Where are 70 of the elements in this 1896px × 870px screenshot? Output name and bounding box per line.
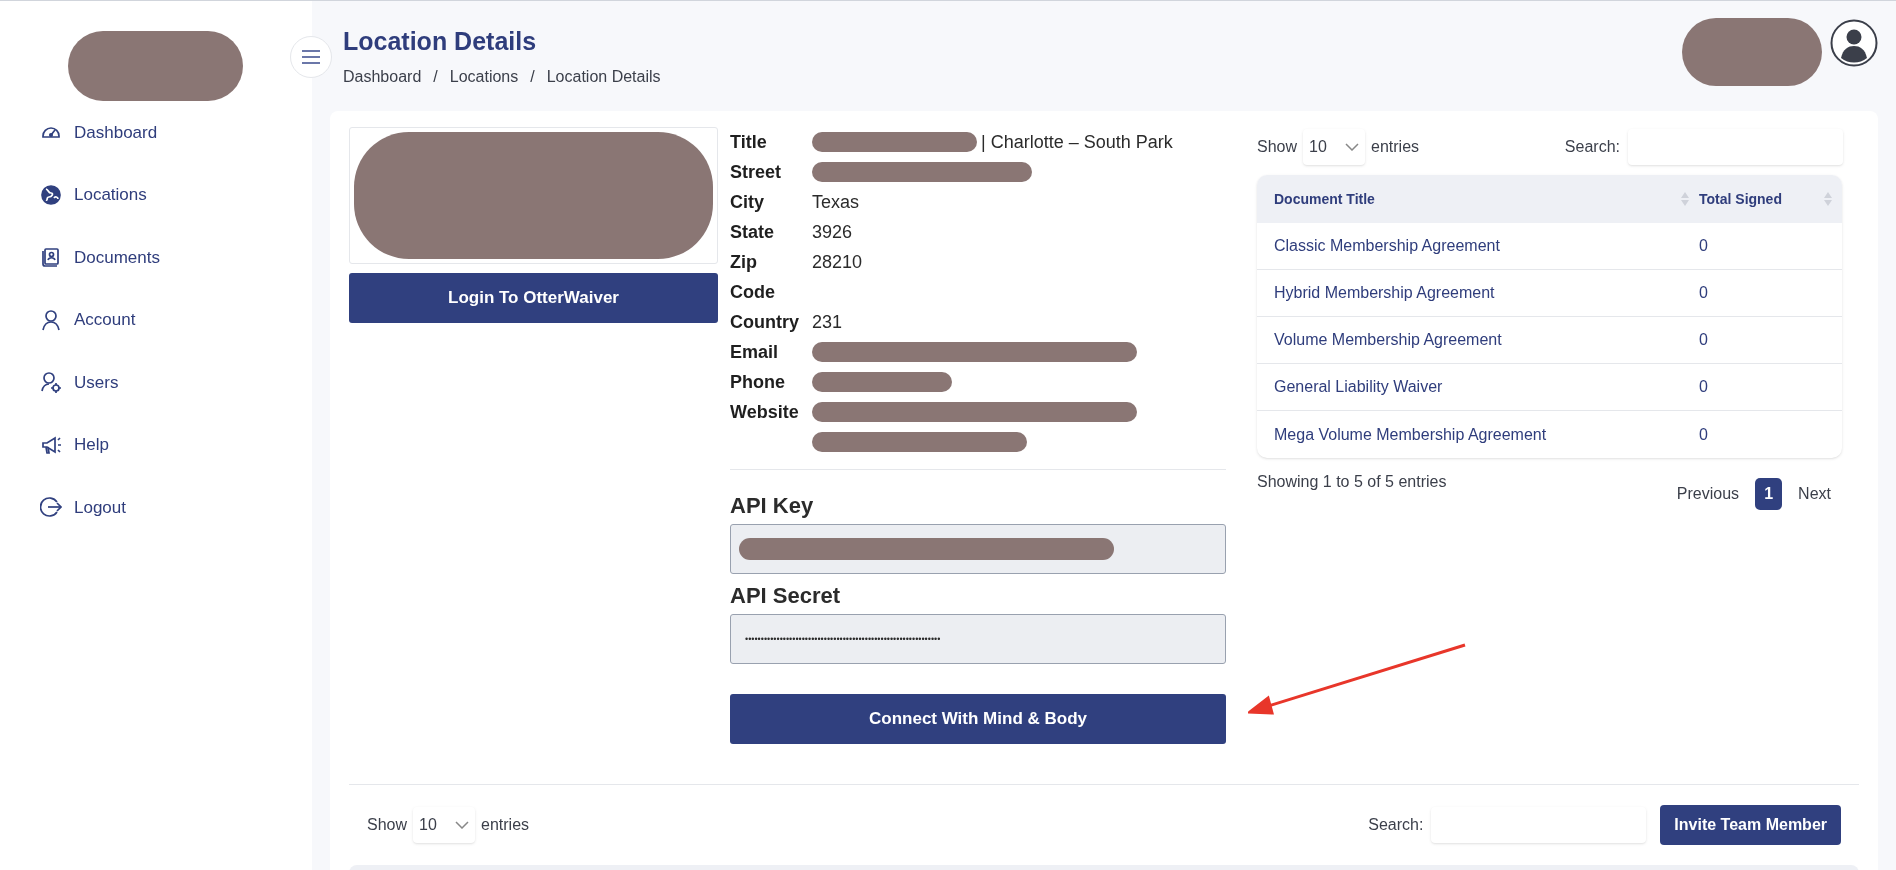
sidebar-item[interactable]: Documents <box>40 226 312 289</box>
field-label: State <box>730 221 775 244</box>
user-gear-icon <box>40 371 62 394</box>
table-cell-text: Classic Membership Agreement <box>1273 236 1501 256</box>
sort-icon <box>1681 191 1689 207</box>
sidebar-item[interactable]: Locations <box>40 163 312 226</box>
chevron-down-icon <box>1345 143 1360 151</box>
invite-button[interactable]: Invite Team Member <box>1660 805 1841 845</box>
entries-label: entries <box>1371 137 1420 157</box>
entries-label: entries <box>481 815 530 835</box>
table-cell-text: 0 <box>1699 377 1709 397</box>
user-icon <box>40 308 62 331</box>
connect-button[interactable]: Connect With Mind & Body <box>730 694 1226 744</box>
field-label: Code <box>730 281 776 304</box>
globe-icon <box>40 183 62 206</box>
field-label: Phone <box>730 371 786 394</box>
api-secret-field[interactable]: •••••••••••••••••••••••••••••••••••••••••••••••••••••••••••••• <box>730 614 1226 664</box>
table-cell-text: Mega Volume Membership Agreement <box>1273 424 1548 445</box>
page-title: Location Details <box>343 26 538 57</box>
sort-icon <box>1824 191 1832 207</box>
menu-icon <box>301 49 321 65</box>
sidebar-item[interactable]: Logout <box>40 476 312 539</box>
field-value: 231 <box>812 311 843 334</box>
field-value: 28210 <box>812 251 863 274</box>
breadcrumb-link[interactable]: Dashboard <box>343 65 422 89</box>
field-label: City <box>730 191 765 214</box>
table-cell-text: 0 <box>1699 283 1709 303</box>
table-info: Showing 1 to 5 of 5 entries <box>1257 472 1447 492</box>
breadcrumb-link[interactable]: Location Details <box>546 65 661 89</box>
sidebar-item[interactable]: Dashboard <box>40 101 312 164</box>
table-cell-text: 0 <box>1699 424 1709 445</box>
search-label: Search: <box>1564 137 1620 157</box>
field-label: Email <box>730 341 780 364</box>
page-length-select[interactable]: 10 <box>413 807 476 843</box>
field-value: Texas <box>812 191 860 214</box>
table-cell-text: 0 <box>1699 236 1709 256</box>
field-label: API Secret <box>730 582 842 610</box>
breadcrumb-link[interactable]: Locations <box>449 65 519 89</box>
field-value: | Charlotte – South Park <box>981 131 1173 154</box>
field-label: Country <box>730 311 800 334</box>
field-label: Title <box>730 131 768 154</box>
field-label: Website <box>730 401 800 424</box>
breadcrumb-separator: / <box>433 67 438 87</box>
show-label: Show <box>367 815 408 835</box>
user-avatar-icon[interactable] <box>1830 19 1878 67</box>
logout-icon <box>40 496 62 519</box>
field-label: Zip <box>730 251 758 274</box>
column-header[interactable]: Document Title <box>1257 188 1699 210</box>
address-book-icon <box>40 246 62 269</box>
table-cell-text: Hybrid Membership Agreement <box>1273 283 1496 303</box>
sidebar-item[interactable]: Users <box>40 351 312 414</box>
table-cell-text: 0 <box>1699 330 1709 350</box>
login-button[interactable]: Login To OtterWaiver <box>349 273 718 323</box>
field-value: 3926 <box>812 221 853 244</box>
sidebar-item[interactable]: Help <box>40 413 312 476</box>
sidebar-item[interactable]: Account <box>40 288 312 351</box>
chevron-down-icon <box>455 821 470 829</box>
table-cell-text: General Liability Waiver <box>1273 377 1444 397</box>
show-label: Show <box>1257 137 1298 157</box>
table-cell-text: Volume Membership Agreement <box>1273 330 1503 350</box>
previous-link[interactable]: Previous <box>1676 482 1740 506</box>
search-label: Search: <box>1368 815 1424 835</box>
page-button[interactable]: 1 <box>1755 478 1783 510</box>
next-link[interactable]: Next <box>1798 482 1831 506</box>
field-label: Street <box>730 161 783 184</box>
field-label: API Key <box>730 492 815 520</box>
api-key-field[interactable] <box>730 524 1226 574</box>
column-header[interactable]: Total Signed <box>1699 188 1842 210</box>
page-length-select[interactable]: 10 <box>1303 129 1366 165</box>
breadcrumb-separator: / <box>530 67 535 87</box>
